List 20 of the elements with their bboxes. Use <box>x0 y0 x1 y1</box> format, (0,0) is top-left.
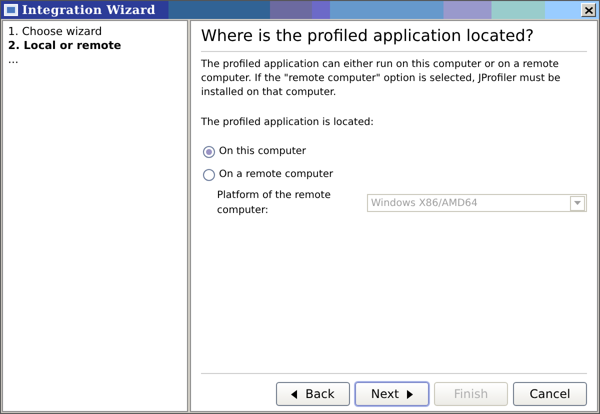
radio-option[interactable]: On this computer <box>203 144 587 159</box>
back-button[interactable]: Back <box>276 382 350 406</box>
platform-label: Platform of the remote computer: <box>217 189 332 218</box>
radio-button[interactable] <box>203 146 215 158</box>
page-heading: Where is the profiled application located? <box>201 25 587 52</box>
prompt-text: The profiled application is located: <box>201 116 375 130</box>
close-icon <box>584 6 592 14</box>
step-label: ... <box>8 53 20 67</box>
step-label: 1. Choose wizard <box>8 25 103 39</box>
step-label: 2. Local or remote <box>8 39 122 53</box>
right-triangle-icon <box>406 390 413 398</box>
radio-option[interactable]: On a remote computer <box>203 167 587 182</box>
dialog-button[interactable]: Cancel <box>513 382 587 406</box>
close-button[interactable] <box>581 3 596 17</box>
window-title: Integration Wizard <box>22 2 156 19</box>
app-icon <box>4 4 18 16</box>
radio-button[interactable] <box>203 168 215 180</box>
left-triangle-icon <box>291 390 298 398</box>
next-button[interactable]: Next <box>355 382 429 406</box>
description-text: The profiled application can either run on this computer or on a remote computer. If the "remote computer" option is selected, JProfiler must be installed on that computer. <box>201 58 562 100</box>
